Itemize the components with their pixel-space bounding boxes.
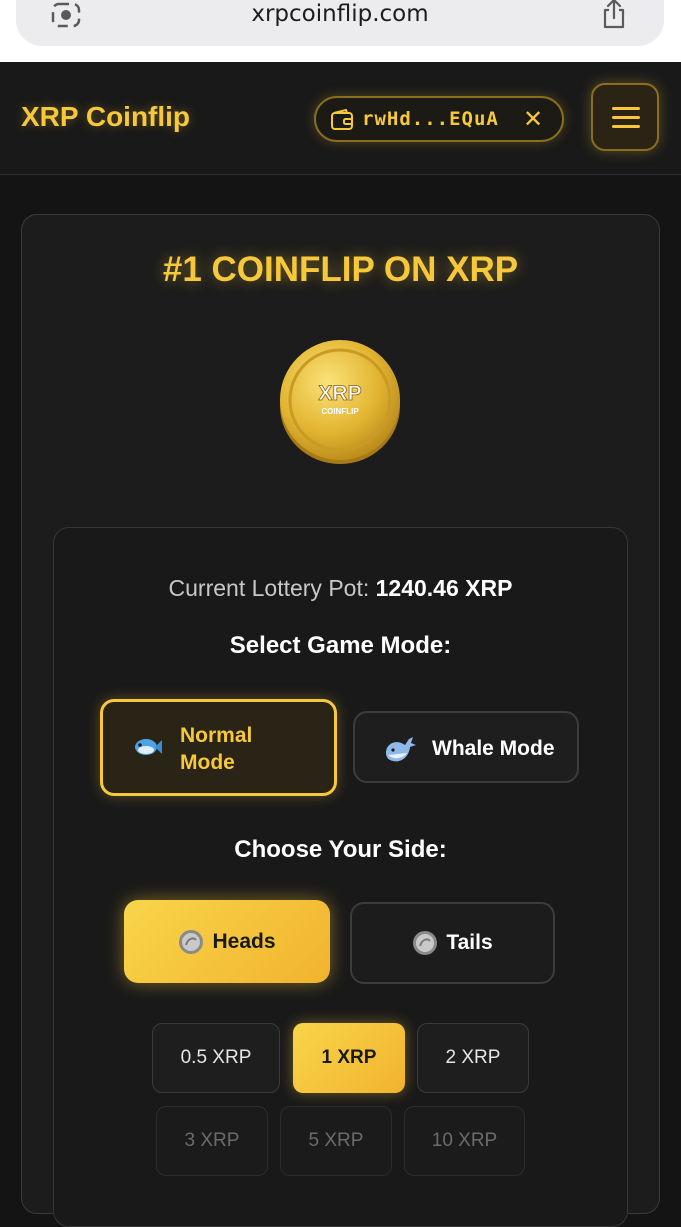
bet-10-xrp-button: 10 XRP [404,1106,525,1176]
wallet-pill[interactable]: rwHd...EQuA ✕ [314,96,564,142]
coin-icon [179,929,204,954]
app-header: XRP Coinflip rwHd...EQuA ✕ [0,62,681,175]
coin-text-bottom: COINFLIP [321,407,359,416]
fish-icon [135,739,162,755]
normal-mode-label: Normal Mode [180,722,252,776]
game-mode-title: Select Game Mode: [229,632,452,659]
hamburger-icon [612,107,640,110]
tails-label: Tails [446,931,493,954]
heads-button[interactable]: Heads [124,900,330,983]
wallet-icon [331,109,353,130]
bet-0-5-xrp-button[interactable]: 0.5 XRP [152,1023,280,1093]
tails-button[interactable]: Tails [350,902,555,984]
brand-title[interactable]: XRP Coinflip [21,101,190,133]
share-icon[interactable] [600,0,628,30]
hamburger-icon [612,125,640,128]
bet-5-xrp-button: 5 XRP [280,1106,392,1176]
browser-bar: xrpcoinflip.com [0,0,681,62]
side-title: Choose Your Side: [234,836,447,863]
heads-label: Heads [212,929,276,953]
hero-title: #1 COINFLIP ON XRP [162,250,519,289]
disconnect-button[interactable]: ✕ [518,104,548,134]
coin-text-top: XRP [318,382,361,405]
whale-icon [386,737,416,762]
lottery-pot-value: 1240.46 XRP [375,575,513,601]
whale-mode-button[interactable]: Whale Mode [353,711,579,783]
url-text[interactable]: xrpcoinflip.com [16,0,664,34]
whale-mode-label: Whale Mode [432,737,555,760]
bet-2-xrp-button[interactable]: 2 XRP [417,1023,529,1093]
lottery-pot: Current Lottery Pot: 1240.46 XRP [0,575,681,602]
normal-mode-button[interactable]: Normal Mode [100,699,337,796]
lottery-pot-label: Current Lottery Pot: [168,575,370,601]
normal-mode-label-line2: Mode [180,751,235,774]
menu-button[interactable] [591,83,659,151]
hamburger-icon [612,116,640,119]
wallet-address: rwHd...EQuA [362,108,499,130]
bet-3-xrp-button: 3 XRP [156,1106,268,1176]
normal-mode-label-line1: Normal [180,724,253,747]
bet-1-xrp-button[interactable]: 1 XRP [293,1023,405,1093]
address-bar[interactable]: xrpcoinflip.com [16,0,664,46]
coin-icon [413,931,438,955]
xrp-coin-logo: XRP COINFLIP [280,340,400,464]
